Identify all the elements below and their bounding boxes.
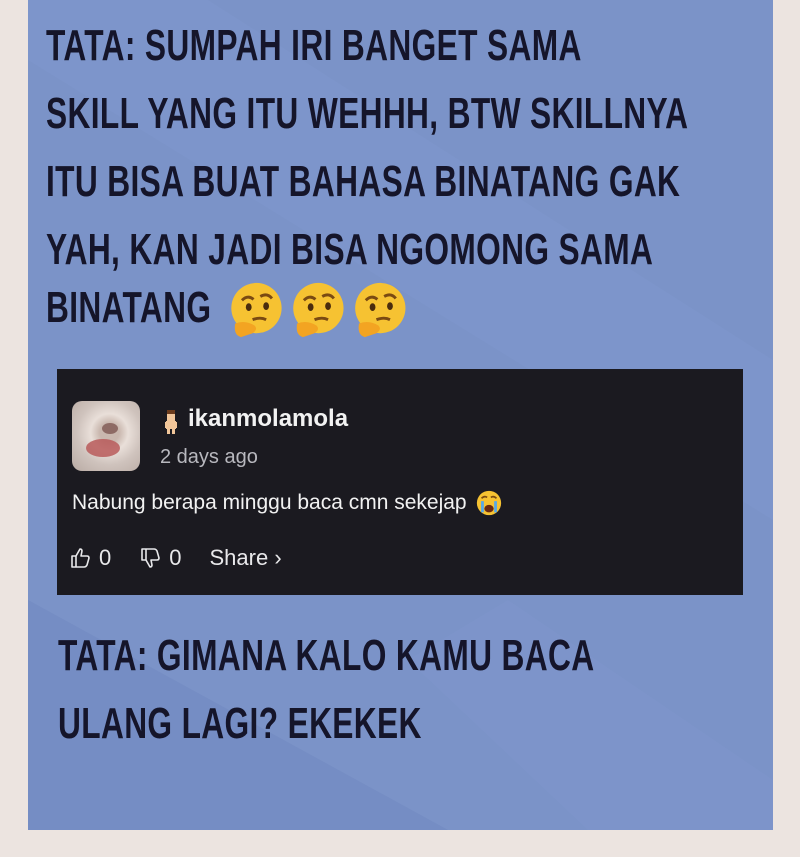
user-figure-icon	[165, 410, 177, 434]
avatar-detail	[86, 439, 120, 457]
dislike-button[interactable]: 0	[139, 545, 182, 571]
comment-body: Nabung berapa minggu baca cmn sekejap	[72, 489, 503, 517]
comment-text: Nabung berapa minggu baca cmn sekejap	[72, 491, 467, 514]
caption-line-3: ITU BISA BUAT BAHASA BINATANG GAK	[46, 157, 681, 206]
caption-line-1: TATA: SUMPAH IRI BANGET SAMA	[46, 21, 582, 70]
caption-line-2: SKILL YANG ITU WEHHH, BTW SKILLNYA	[46, 89, 689, 138]
thumbs-up-icon	[71, 548, 90, 568]
thinking-face-icon	[355, 283, 406, 338]
avatar[interactable]	[72, 401, 140, 471]
dislike-count: 0	[169, 545, 182, 570]
caption-bottom-line-1: TATA: GIMANA KALO KAMU BACA	[58, 631, 595, 680]
comment-card: ikanmolamola 2 days ago Nabung berapa mi…	[57, 369, 743, 595]
thumbs-down-icon	[141, 548, 161, 568]
caption-line-5: BINATANG	[46, 274, 406, 342]
comment-username[interactable]: ikanmolamola	[188, 405, 348, 433]
like-button[interactable]: 0	[69, 545, 111, 571]
share-button[interactable]: Share ›	[210, 545, 282, 571]
caption-line-5-text: BINATANG	[46, 283, 212, 332]
avatar-detail	[102, 423, 118, 434]
like-count: 0	[99, 545, 112, 570]
comment-timestamp: 2 days ago	[160, 446, 258, 468]
thinking-emoji-group	[228, 281, 406, 339]
crying-face-icon	[476, 490, 501, 516]
thinking-face-icon	[231, 283, 282, 338]
thinking-face-icon	[293, 283, 344, 338]
caption-bottom-line-2: ULANG LAGI? EKEKEK	[58, 699, 422, 748]
comment-actions: 0 0 Share ›	[69, 545, 310, 571]
